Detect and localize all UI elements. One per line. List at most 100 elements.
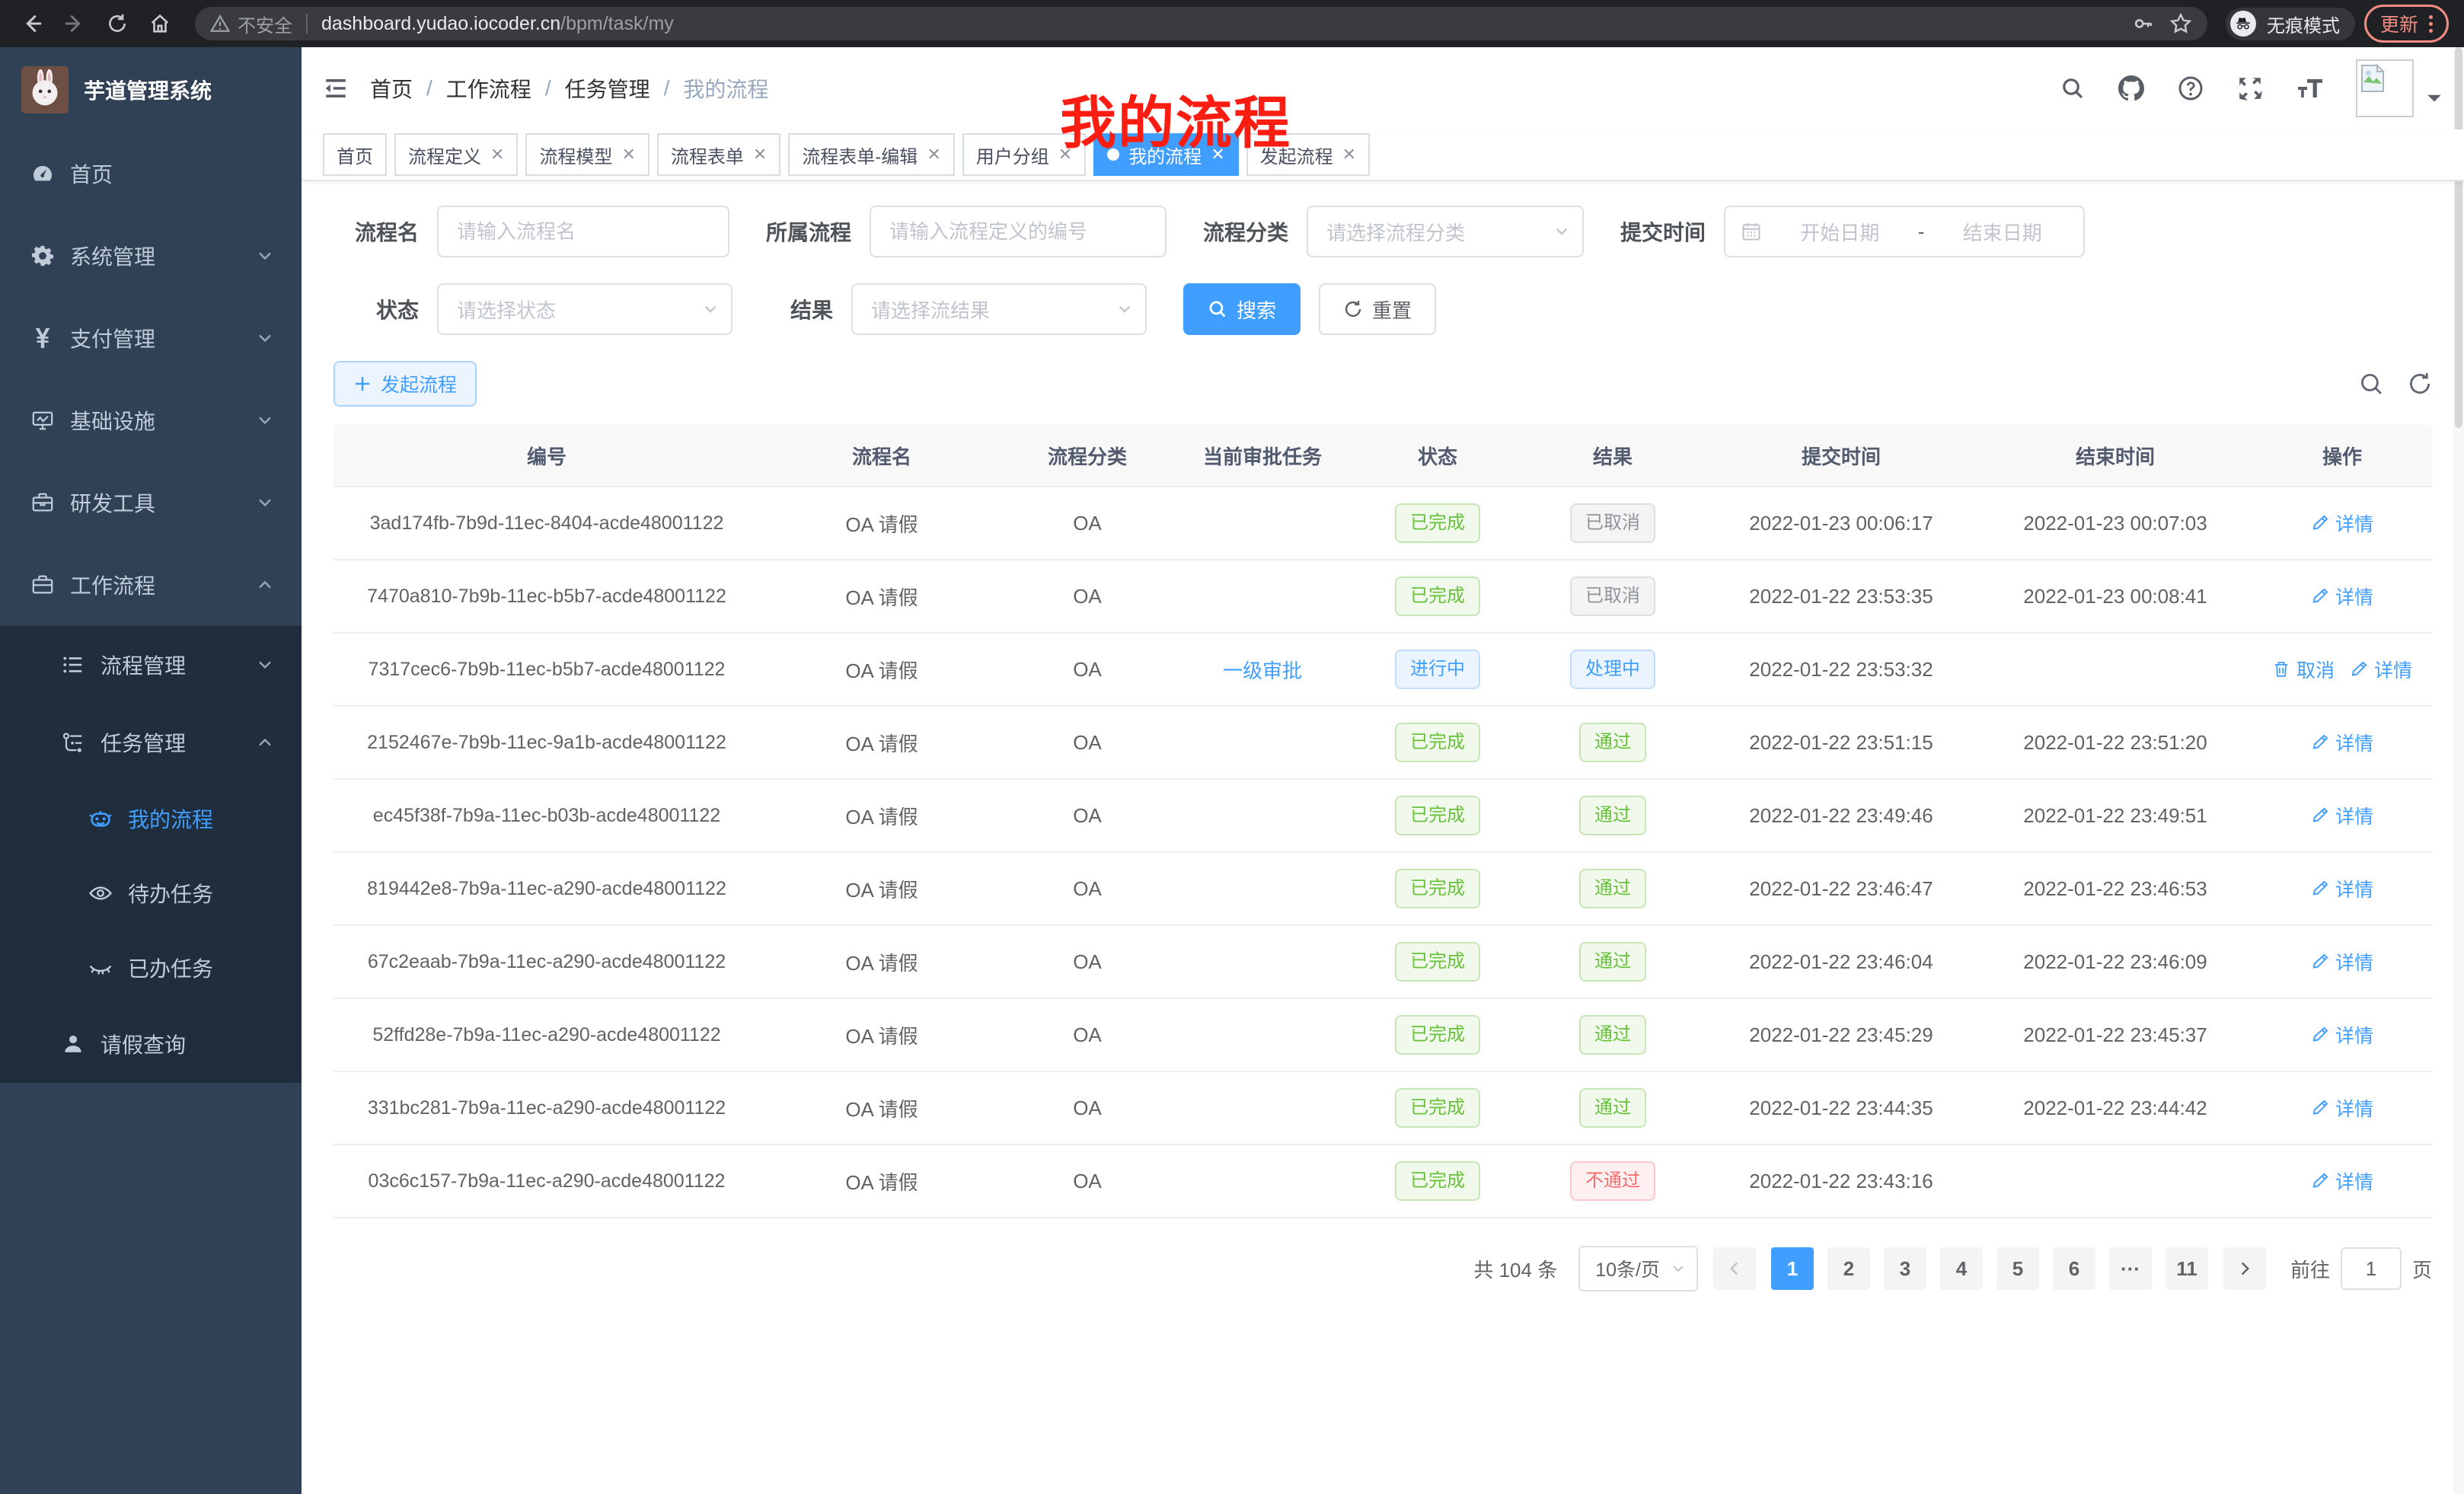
security-warning[interactable]: 不安全 <box>210 11 292 37</box>
forward-icon[interactable] <box>58 7 91 40</box>
detail-link[interactable]: 详情 <box>2311 875 2373 902</box>
cell-status: 已完成 <box>1354 1144 1521 1218</box>
sidebar-item-leave-query[interactable]: 请假查询 <box>0 1005 302 1083</box>
top-bar: 首页/工作流程/任务管理/我的流程 <box>302 47 2464 129</box>
sidebar-item-todo-tasks[interactable]: 待办任务 <box>0 856 302 931</box>
page-button-11[interactable]: 11 <box>2166 1247 2208 1290</box>
back-icon[interactable] <box>15 7 49 40</box>
cell-id: 7317cec6-7b9b-11ec-b5b7-acde48001122 <box>334 633 760 706</box>
sidebar-item-system[interactable]: 系统管理 <box>0 215 302 297</box>
search-icon[interactable] <box>2060 76 2085 101</box>
task-link[interactable]: 一级审批 <box>1223 659 1302 682</box>
page-button-4[interactable]: 4 <box>1940 1247 1983 1290</box>
page-button-3[interactable]: 3 <box>1884 1247 1926 1290</box>
detail-link[interactable]: 详情 <box>2311 1021 2373 1049</box>
page-size-select[interactable]: 10条/页 <box>1578 1246 1698 1291</box>
sidebar-item-infra[interactable]: 基础设施 <box>0 379 302 461</box>
close-tab-icon[interactable]: ✕ <box>490 145 504 164</box>
end-date-placeholder[interactable]: 结束日期 <box>1936 218 2068 246</box>
sidebar-item-devtools[interactable]: 研发工具 <box>0 461 302 544</box>
avatar[interactable] <box>2356 59 2414 117</box>
gear-icon <box>30 244 55 267</box>
breadcrumb-item[interactable]: 工作流程 <box>446 73 531 104</box>
prev-page-button[interactable] <box>1713 1247 1756 1290</box>
page-ellipsis[interactable]: ··· <box>2109 1247 2152 1290</box>
cell-task <box>1171 1071 1354 1144</box>
refresh-icon[interactable] <box>2408 372 2432 396</box>
browser-menu-icon[interactable] <box>2429 15 2433 33</box>
status-badge: 已完成 <box>1395 1161 1480 1201</box>
tab-流程表单[interactable]: 流程表单✕ <box>657 133 780 176</box>
cell-end-time <box>1978 1144 2252 1218</box>
detail-link[interactable]: 详情 <box>2311 583 2373 610</box>
collapse-sidebar-icon[interactable] <box>323 75 349 101</box>
status-select[interactable]: 请选择状态 <box>437 283 732 335</box>
process-name-input[interactable] <box>437 206 729 257</box>
page-button-1[interactable]: 1 <box>1771 1247 1814 1290</box>
chevron-down-icon <box>256 247 274 265</box>
font-size-icon[interactable] <box>2296 75 2325 101</box>
cell-category: OA <box>1004 633 1171 706</box>
table-row: 52ffd28e-7b9a-11ec-a290-acde48001122OA 请… <box>334 998 2432 1071</box>
breadcrumb-item[interactable]: 任务管理 <box>565 73 650 104</box>
close-tab-icon[interactable]: ✕ <box>1342 145 1356 164</box>
page-scrollbar[interactable] <box>2453 47 2464 1494</box>
search-button[interactable]: 搜索 <box>1183 283 1301 335</box>
reset-button[interactable]: 重置 <box>1319 283 1436 335</box>
page-button-6[interactable]: 6 <box>2053 1247 2095 1290</box>
detail-link[interactable]: 详情 <box>2311 509 2373 537</box>
cell-name: OA 请假 <box>760 487 1004 560</box>
update-button[interactable]: 更新 <box>2364 5 2449 43</box>
robot-icon <box>88 806 113 831</box>
detail-link[interactable]: 详情 <box>2311 802 2373 829</box>
sidebar-item-my-process[interactable]: 我的流程 <box>0 781 302 856</box>
avatar-caret-icon[interactable] <box>2426 94 2443 104</box>
cell-actions: 详情 <box>2252 925 2432 998</box>
parent-process-input[interactable] <box>870 206 1167 257</box>
help-icon[interactable] <box>2178 75 2204 101</box>
address-bar[interactable]: 不安全 dashboard.yudao.iocoder.cn/bpm/task/… <box>195 7 2207 40</box>
sidebar-item-payment[interactable]: 支付管理 <box>0 297 302 379</box>
tab-流程表单-编辑[interactable]: 流程表单-编辑✕ <box>788 133 954 176</box>
result-select[interactable]: 请选择流结果 <box>851 283 1147 335</box>
category-select[interactable]: 请选择流程分类 <box>1307 206 1584 257</box>
detail-link[interactable]: 详情 <box>2311 1094 2373 1122</box>
detail-link[interactable]: 详情 <box>2311 729 2373 756</box>
cancel-link[interactable]: 取消 <box>2272 656 2335 683</box>
fullscreen-icon[interactable] <box>2237 75 2263 101</box>
cell-id: 52ffd28e-7b9a-11ec-a290-acde48001122 <box>334 998 760 1071</box>
create-process-button[interactable]: 发起流程 <box>334 361 477 407</box>
next-page-button[interactable] <box>2223 1247 2266 1290</box>
sidebar-item-home[interactable]: 首页 <box>0 132 302 215</box>
detail-link[interactable]: 详情 <box>2350 656 2412 683</box>
toggle-search-icon[interactable] <box>2359 372 2383 396</box>
detail-link[interactable]: 详情 <box>2311 1167 2373 1195</box>
sidebar-item-workflow[interactable]: 工作流程 <box>0 544 302 626</box>
close-tab-icon[interactable]: ✕ <box>621 145 635 164</box>
tab-流程定义[interactable]: 流程定义✕ <box>394 133 518 176</box>
sidebar-item-task-mgmt[interactable]: 任务管理 <box>0 704 302 781</box>
key-icon[interactable] <box>2133 13 2154 34</box>
sidebar-item-label: 任务管理 <box>101 727 256 758</box>
breadcrumb-item[interactable]: 首页 <box>370 73 413 104</box>
close-tab-icon[interactable]: ✕ <box>753 145 767 164</box>
sidebar-item-process-mgmt[interactable]: 流程管理 <box>0 626 302 704</box>
goto-page-input[interactable] <box>2341 1247 2402 1290</box>
page-button-2[interactable]: 2 <box>1827 1247 1870 1290</box>
github-icon[interactable] <box>2118 75 2144 101</box>
detail-link[interactable]: 详情 <box>2311 948 2373 975</box>
bookmark-star-icon[interactable] <box>2169 12 2192 35</box>
reload-icon[interactable] <box>101 7 134 40</box>
start-date-placeholder[interactable]: 开始日期 <box>1774 218 1906 246</box>
sidebar-item-done-tasks[interactable]: 已办任务 <box>0 931 302 1005</box>
tab-首页[interactable]: 首页 <box>323 133 387 176</box>
date-range-picker[interactable]: 开始日期 - 结束日期 <box>1724 206 2085 257</box>
cell-id: 819442e8-7b9a-11ec-a290-acde48001122 <box>334 852 760 925</box>
url-text[interactable]: dashboard.yudao.iocoder.cn/bpm/task/my <box>321 13 2118 35</box>
edit-icon <box>2311 733 2329 752</box>
home-icon[interactable] <box>143 7 177 40</box>
close-tab-icon[interactable]: ✕ <box>927 145 940 164</box>
tab-流程模型[interactable]: 流程模型✕ <box>525 133 649 176</box>
page-button-5[interactable]: 5 <box>1996 1247 2039 1290</box>
cell-category: OA <box>1004 998 1171 1071</box>
